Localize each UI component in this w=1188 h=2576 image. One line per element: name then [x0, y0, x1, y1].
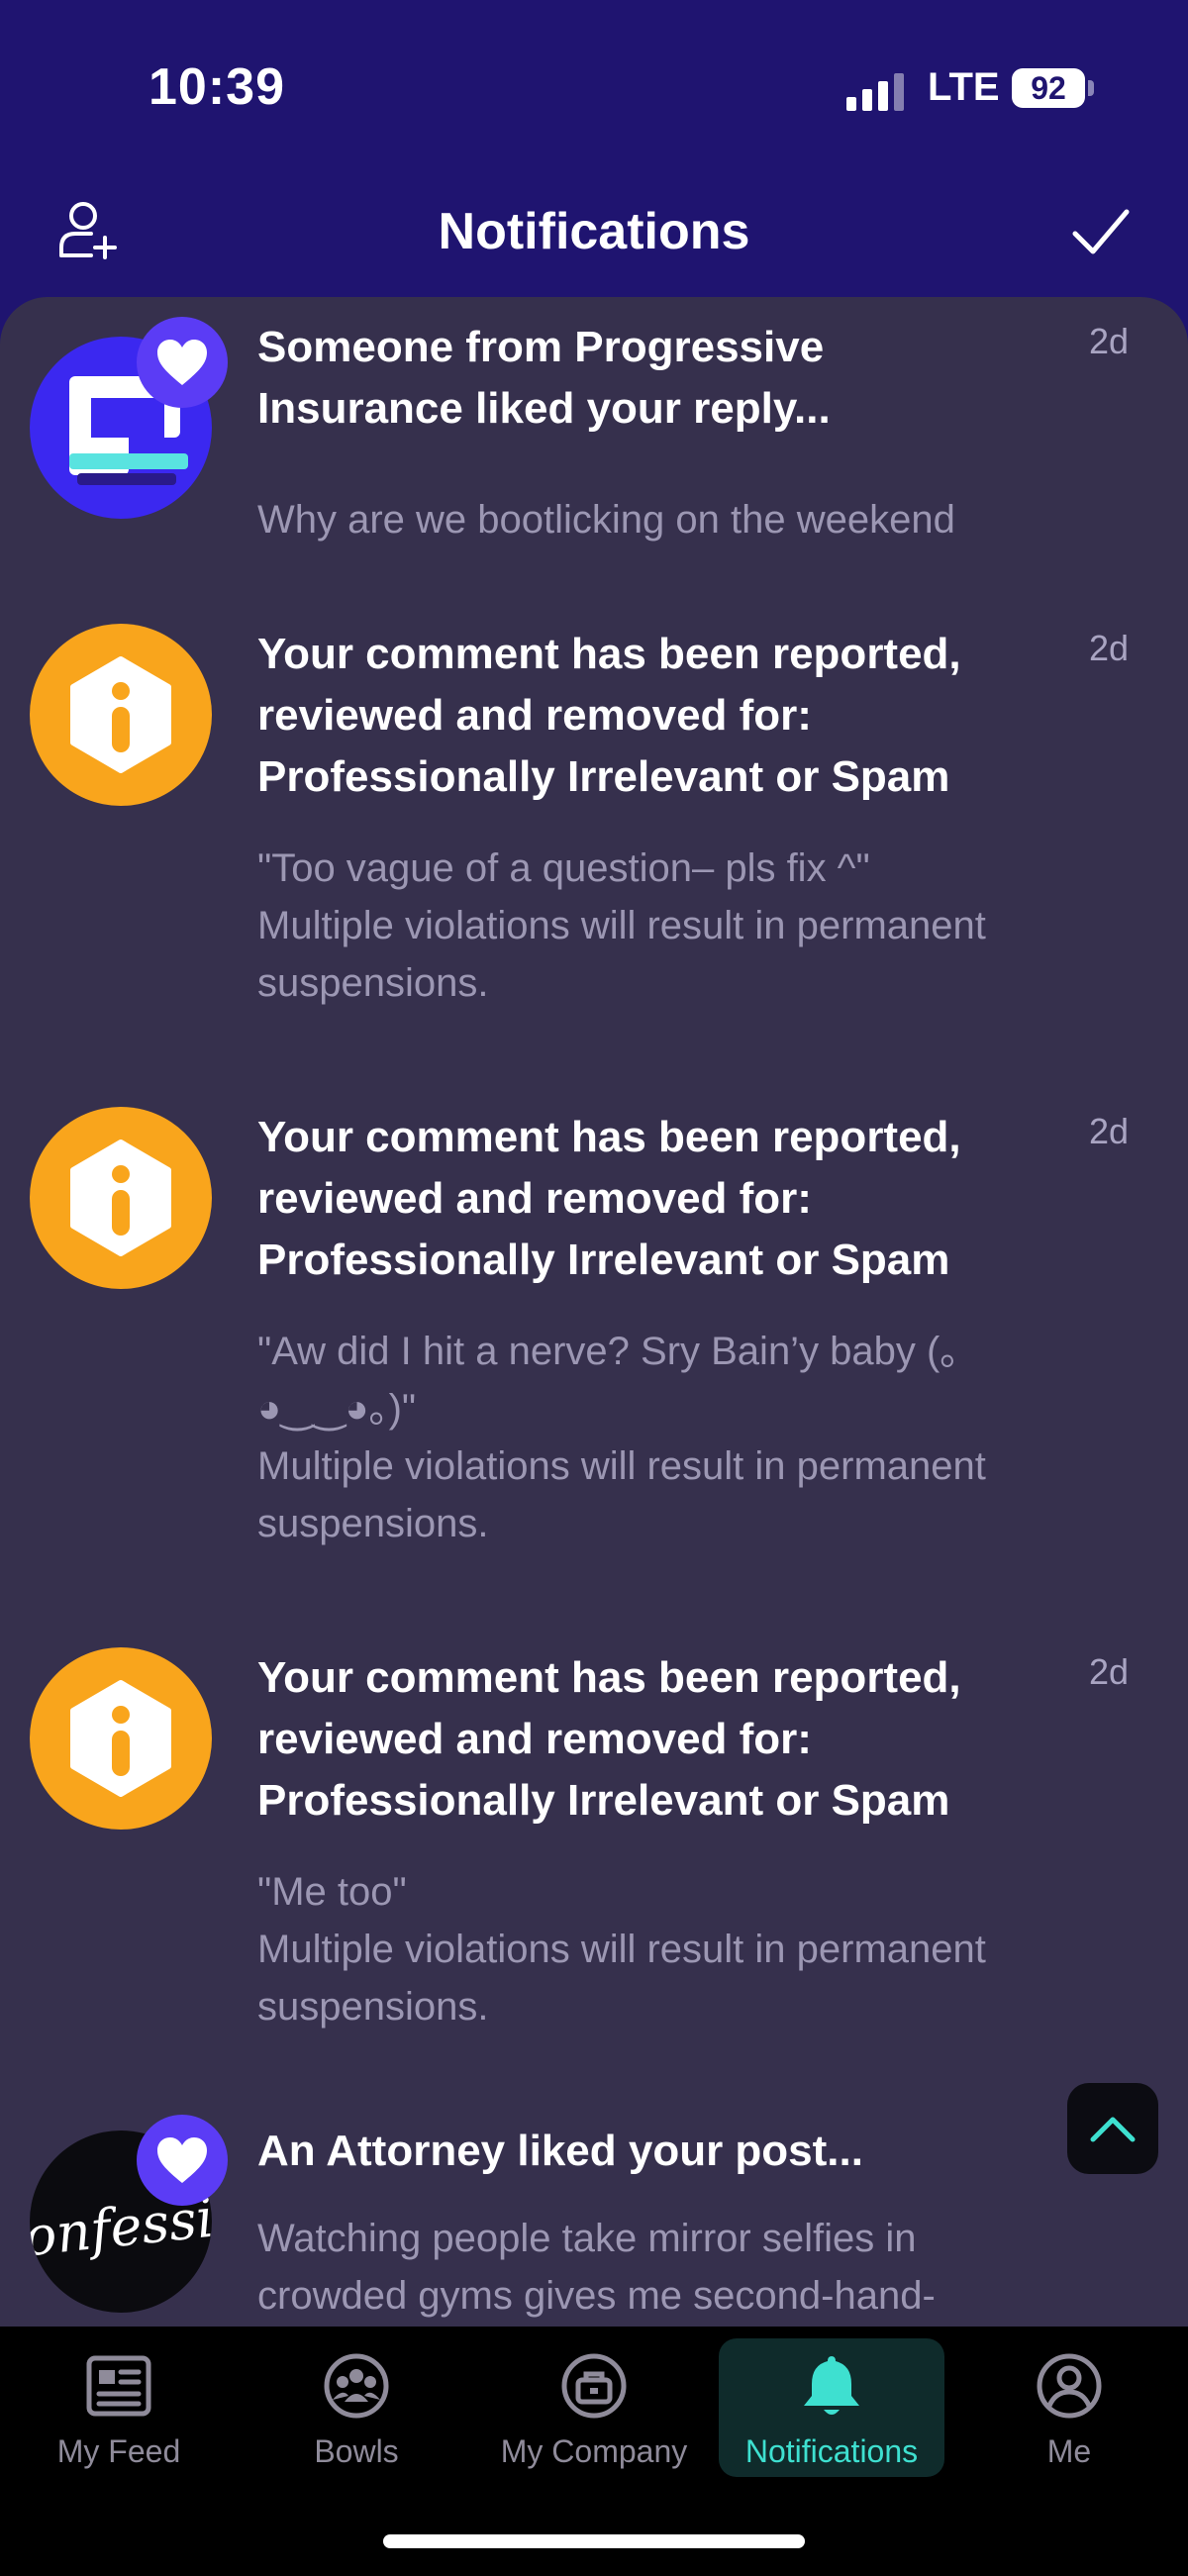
info-avatar	[30, 624, 212, 806]
notification-item[interactable]: Your comment has been reported, reviewed…	[0, 1647, 1188, 2103]
heart-icon	[157, 2137, 207, 2183]
notification-title: Your comment has been reported, reviewed…	[257, 1113, 961, 1284]
notification-time: 2d	[1088, 321, 1129, 361]
tab-label: Me	[1046, 2433, 1092, 2469]
notification-item[interactable]: Your comment has been reported, reviewed…	[0, 624, 1188, 1079]
company-icon	[561, 2353, 627, 2419]
info-icon	[70, 1680, 171, 1797]
tab-label: My Feed	[56, 2433, 181, 2469]
page-title: Notifications	[438, 203, 750, 260]
status-time: 10:39	[148, 58, 285, 116]
scroll-to-top-button[interactable]	[1067, 2083, 1158, 2174]
notification-body: "Too vague of a question– pls fix ^" Mul…	[257, 846, 986, 1005]
bowls-icon	[324, 2353, 389, 2419]
tab-bar: My Feed Bowls My Company Notifications M…	[0, 2327, 1188, 2576]
notification-body: "Me too" Multiple violations will result…	[257, 1870, 986, 2029]
notification-body: Watching people take mirror selfies in c…	[257, 2217, 936, 2318]
signal-icon	[846, 71, 906, 111]
heart-badge	[137, 317, 228, 408]
tab-my-feed[interactable]: My Feed	[6, 2338, 232, 2477]
tab-notifications[interactable]: Notifications	[719, 2338, 944, 2477]
header: Notifications	[0, 178, 1188, 297]
battery-icon: 92	[1012, 68, 1085, 108]
status-bar: 10:39 LTE 92	[0, 0, 1188, 178]
notification-item[interactable]: Someone from Progressive Insurance liked…	[0, 317, 1188, 644]
tab-my-company[interactable]: My Company	[481, 2338, 707, 2477]
tab-me[interactable]: Me	[956, 2338, 1182, 2477]
heart-badge	[137, 2115, 228, 2206]
notification-title: Your comment has been reported, reviewed…	[257, 1653, 961, 1825]
info-avatar	[30, 1647, 212, 1830]
tab-bowls[interactable]: Bowls	[244, 2338, 469, 2477]
notification-body: "Aw did I hit a nerve? Sry Bain’y baby (…	[257, 1330, 986, 1545]
network-type: LTE	[928, 65, 1000, 109]
notification-title: Your comment has been reported, reviewed…	[257, 630, 961, 801]
battery-tip	[1088, 80, 1094, 96]
info-icon	[70, 656, 171, 773]
notification-body: Why are we bootlicking on the weekend	[257, 498, 955, 542]
chevron-up-icon	[1090, 2117, 1136, 2142]
notification-item[interactable]: onfessio An Attorney liked your post... …	[0, 2115, 1188, 2327]
notification-time: 2d	[1088, 628, 1129, 668]
heart-icon	[157, 340, 207, 385]
notification-time: 2d	[1088, 1111, 1129, 1151]
notifications-list: Someone from Progressive Insurance liked…	[0, 297, 1188, 2327]
notification-item[interactable]: Your comment has been reported, reviewed…	[0, 1107, 1188, 1622]
info-icon	[70, 1139, 171, 1256]
bell-icon	[804, 2356, 859, 2415]
notification-time: 2d	[1088, 1651, 1129, 1692]
info-avatar	[30, 1107, 212, 1289]
checkmark-icon[interactable]	[1069, 202, 1133, 261]
feed-icon	[86, 2355, 151, 2417]
home-indicator[interactable]	[383, 2534, 805, 2548]
notification-title: Someone from Progressive Insurance liked…	[257, 323, 831, 433]
tab-label: Notifications	[744, 2433, 919, 2469]
profile-icon	[1037, 2353, 1102, 2419]
tab-label: Bowls	[314, 2433, 399, 2469]
tab-label: My Company	[500, 2433, 688, 2469]
notification-title: An Attorney liked your post...	[257, 2127, 863, 2175]
